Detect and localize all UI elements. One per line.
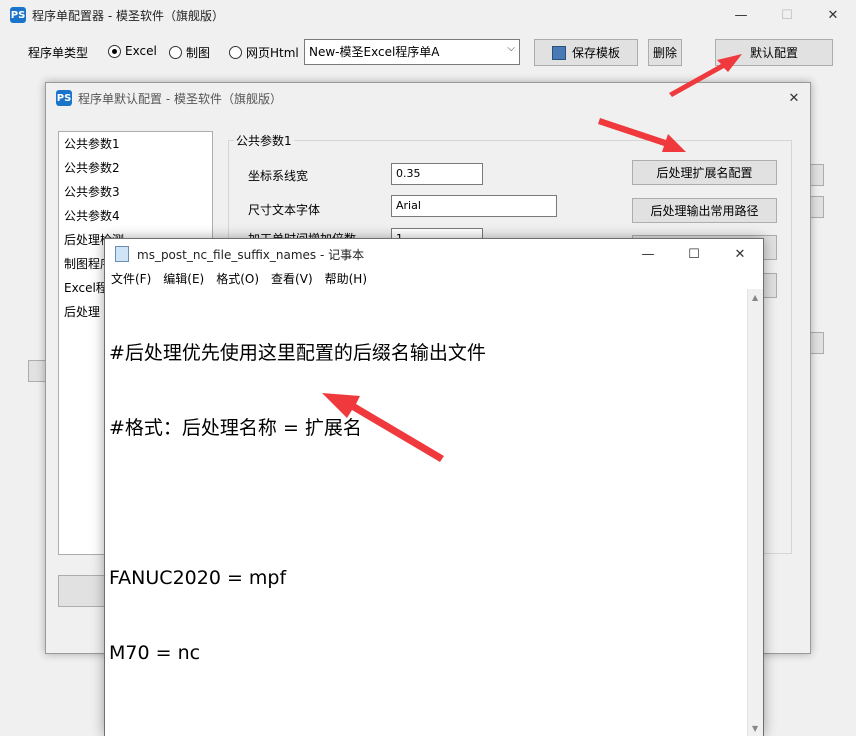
menu-help[interactable]: 帮助(H)	[319, 269, 373, 289]
close-icon[interactable]: ✕	[774, 83, 814, 113]
delete-button[interactable]: 删除	[648, 39, 682, 66]
radio-drawing[interactable]: 制图	[169, 44, 210, 61]
radio-drawing-label: 制图	[186, 46, 211, 60]
vertical-scrollbar[interactable]: ▲ ▼	[747, 289, 763, 736]
dialog-title: 程序单默认配置 - 模圣软件（旗舰版）	[78, 91, 282, 106]
close-icon[interactable]: ✕	[810, 0, 856, 30]
menu-format[interactable]: 格式(O)	[210, 269, 265, 289]
menu-edit[interactable]: 编辑(E)	[157, 269, 210, 289]
output-path-button[interactable]: 后处理输出常用路径	[632, 198, 777, 223]
radio-dot-icon	[108, 44, 121, 58]
suffix-config-button[interactable]: 后处理扩展名配置	[632, 160, 777, 185]
notepad-title: ms_post_nc_file_suffix_names - 记事本	[137, 247, 365, 262]
main-window-title: 程序单配置器 - 模圣软件（旗舰版）	[32, 8, 224, 23]
program-type-label: 程序单类型	[28, 46, 89, 60]
radio-html-label: 网页Html	[246, 46, 299, 60]
line-width-label: 坐标系线宽	[248, 169, 309, 183]
list-item[interactable]: 公共参数3	[59, 180, 212, 204]
notepad-menubar: 文件(F) 编辑(E) 格式(O) 查看(V) 帮助(H)	[105, 269, 373, 289]
maximize-icon: ☐	[781, 7, 793, 23]
template-select[interactable]: New-模圣Excel程序单A ⌵	[304, 39, 520, 65]
maximize-icon[interactable]: ☐	[671, 239, 717, 269]
line-width-input[interactable]: 0.35	[391, 163, 483, 185]
default-config-button[interactable]: 默认配置	[715, 39, 833, 66]
menu-file[interactable]: 文件(F)	[105, 269, 157, 289]
font-input[interactable]: Arial	[391, 195, 557, 217]
radio-excel[interactable]: Excel	[108, 44, 157, 58]
font-label: 尺寸文本字体	[248, 203, 321, 217]
scroll-down-icon[interactable]: ▼	[752, 724, 758, 733]
hidden-button[interactable]	[810, 196, 824, 218]
chevron-down-icon: ⌵	[507, 43, 515, 54]
save-icon	[551, 45, 566, 60]
app-logo-icon: PS	[56, 90, 72, 106]
app-logo-icon: PS	[10, 7, 26, 23]
list-item[interactable]: 公共参数1	[59, 132, 212, 156]
dialog-titlebar: PS 程序单默认配置 - 模圣软件（旗舰版）	[56, 83, 756, 113]
radio-dot-icon	[229, 46, 242, 59]
main-titlebar: PS 程序单配置器 - 模圣软件（旗舰版）	[10, 0, 710, 30]
editor-line: M70 = nc	[109, 642, 201, 664]
radio-html[interactable]: 网页Html	[229, 44, 299, 61]
notepad-editor[interactable]: #后处理优先使用这里配置的后缀名输出文件 #格式：后处理名称 = 扩展名 FAN…	[105, 289, 748, 736]
notepad-icon	[115, 246, 129, 262]
template-select-value: New-模圣Excel程序单A	[309, 45, 440, 59]
save-template-label: 保存模板	[571, 46, 620, 60]
notepad-window: ms_post_nc_file_suffix_names - 记事本 — ☐ ✕…	[104, 238, 764, 736]
close-icon[interactable]: ✕	[717, 239, 763, 269]
menu-view[interactable]: 查看(V)	[265, 269, 319, 289]
editor-line: FANUC2020 = mpf	[109, 567, 287, 589]
radio-excel-label: Excel	[125, 44, 157, 58]
minimize-icon[interactable]: —	[625, 239, 671, 269]
minimize-icon[interactable]: —	[718, 0, 764, 30]
radio-dot-icon	[169, 46, 182, 59]
group-title: 公共参数1	[234, 132, 294, 149]
list-item[interactable]: 公共参数2	[59, 156, 212, 180]
list-item[interactable]: 公共参数4	[59, 204, 212, 228]
save-template-button[interactable]: 保存模板	[534, 39, 638, 66]
hidden-button[interactable]	[810, 164, 824, 186]
editor-line: #格式：后处理名称 = 扩展名	[109, 417, 362, 439]
notepad-titlebar: ms_post_nc_file_suffix_names - 记事本	[115, 239, 615, 269]
editor-line: #后处理优先使用这里配置的后缀名输出文件	[109, 342, 486, 364]
hidden-button[interactable]	[810, 332, 824, 354]
scroll-up-icon[interactable]: ▲	[752, 293, 758, 302]
